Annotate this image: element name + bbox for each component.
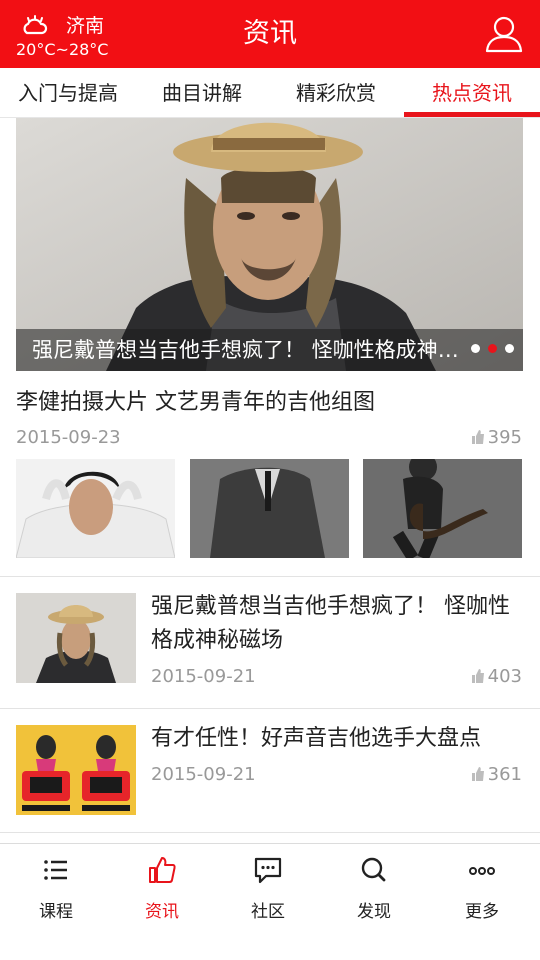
- carousel-dot[interactable]: [505, 344, 514, 353]
- article-likes: 403: [440, 665, 522, 689]
- nav-label: 更多: [465, 902, 499, 922]
- nav-label: 发现: [357, 902, 391, 922]
- carousel-dot[interactable]: [471, 344, 480, 353]
- nav-label: 课程: [39, 902, 73, 922]
- likes-count: 395: [487, 427, 522, 448]
- list-divider: [0, 832, 540, 833]
- nav-label: 资讯: [145, 902, 179, 922]
- likes-count: 361: [487, 764, 522, 785]
- article-photo: [16, 593, 136, 683]
- chat-bubble-icon: [254, 857, 282, 884]
- tab-showcase[interactable]: 精彩欣赏: [268, 68, 404, 118]
- article-photo: [16, 725, 136, 815]
- category-tabs: 入门与提高 曲目讲解 精彩欣赏 热点资讯: [0, 68, 540, 118]
- thumbs-up-icon: [471, 767, 484, 781]
- gallery-photo: [190, 459, 349, 558]
- article-title[interactable]: 有才任性！好声音吉他选手大盘点: [151, 722, 526, 756]
- thumbs-up-icon: [471, 669, 484, 683]
- banner-caption: 强尼戴普想当吉他手想疯了！ 怪咖性格成神秘磁场: [32, 338, 462, 362]
- bottom-nav: 课程 资讯 社区 发现 更多: [0, 843, 540, 960]
- gallery-image-2[interactable]: [190, 459, 349, 558]
- thumbs-up-icon: [149, 857, 176, 883]
- thumbs-up-icon: [471, 430, 484, 444]
- article-date: 2015-09-21: [151, 764, 256, 785]
- list-divider: [0, 576, 540, 577]
- nav-more[interactable]: 更多: [428, 844, 536, 944]
- gallery-article-date: 2015-09-23: [16, 427, 121, 448]
- gallery-article-title[interactable]: 李健拍摄大片 文艺男青年的吉他组图: [16, 387, 375, 419]
- search-icon: [361, 857, 386, 882]
- tab-hot-news[interactable]: 热点资讯: [404, 68, 540, 118]
- nav-label: 社区: [251, 902, 285, 922]
- page-title: 资讯: [243, 18, 297, 49]
- banner-carousel[interactable]: 强尼戴普想当吉他手想疯了！ 怪咖性格成神秘磁场: [16, 118, 523, 371]
- gallery-photo: [16, 459, 175, 558]
- app-header: 济南 20°C~28°C 资讯: [0, 0, 540, 68]
- list-icon: [44, 860, 67, 880]
- carousel-indicator: [471, 344, 515, 356]
- tab-song-lessons[interactable]: 曲目讲解: [136, 68, 268, 118]
- nav-discover[interactable]: 发现: [320, 844, 428, 944]
- nav-community[interactable]: 社区: [214, 844, 322, 944]
- article-date: 2015-09-21: [151, 666, 256, 687]
- nav-courses[interactable]: 课程: [2, 844, 110, 944]
- active-tab-indicator: [404, 112, 540, 117]
- carousel-dot-active[interactable]: [488, 344, 497, 353]
- gallery-article-likes: 395: [440, 426, 522, 450]
- gallery-image-1[interactable]: [16, 459, 175, 558]
- article-thumbnail[interactable]: [16, 593, 136, 683]
- article-thumbnail[interactable]: [16, 725, 136, 815]
- gallery-photo: [363, 459, 522, 558]
- more-dots-icon: [469, 867, 495, 875]
- nav-news[interactable]: 资讯: [108, 844, 216, 944]
- banner-caption-bar: 强尼戴普想当吉他手想疯了！ 怪咖性格成神秘磁场: [16, 329, 523, 371]
- likes-count: 403: [487, 666, 522, 687]
- tab-beginner[interactable]: 入门与提高: [0, 68, 136, 118]
- list-divider: [0, 708, 540, 709]
- article-likes: 361: [440, 763, 522, 787]
- gallery-image-3[interactable]: [363, 459, 522, 558]
- article-title[interactable]: 强尼戴普想当吉他手想疯了！ 怪咖性格成神秘磁场: [151, 590, 526, 658]
- user-icon[interactable]: [484, 14, 524, 54]
